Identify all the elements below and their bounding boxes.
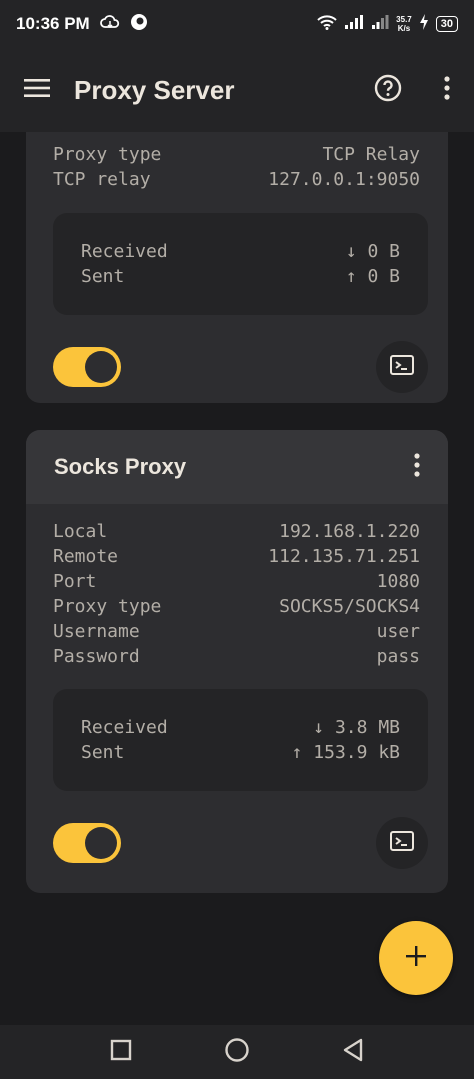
charging-icon bbox=[419, 13, 429, 35]
signal-icon-1 bbox=[344, 14, 364, 35]
proxy-list[interactable]: Proxy type TCP Relay TCP relay 127.0.0.1… bbox=[0, 132, 474, 1025]
info-row: Remote 112.135.71.251 bbox=[53, 546, 420, 567]
received-row: Received ↓ 0 B bbox=[81, 241, 400, 262]
status-time: 10:36 PM bbox=[16, 14, 90, 33]
proxy-card: Socks Proxy Local 192.168.1.220 Remote 1… bbox=[26, 430, 448, 893]
network-speed: 35.7 K/s bbox=[396, 15, 412, 33]
received-row: Received ↓ 3.8 MB bbox=[81, 717, 400, 738]
traffic-stats: Received ↓ 3.8 MB Sent ↑ 153.9 kB bbox=[53, 689, 428, 791]
info-row: TCP relay 127.0.0.1:9050 bbox=[53, 169, 420, 190]
app-bar: Proxy Server bbox=[0, 48, 474, 132]
menu-icon[interactable] bbox=[24, 78, 50, 103]
proxy-card: Proxy type TCP Relay TCP relay 127.0.0.1… bbox=[26, 132, 448, 403]
info-row: Local 192.168.1.220 bbox=[53, 521, 420, 542]
sent-row: Sent ↑ 0 B bbox=[81, 266, 400, 287]
proxy-name: Socks Proxy bbox=[54, 454, 187, 479]
add-icon bbox=[405, 945, 427, 972]
sent-row: Sent ↑ 153.9 kB bbox=[81, 742, 400, 763]
info-row: Username user bbox=[53, 621, 420, 642]
add-proxy-button[interactable] bbox=[379, 921, 453, 995]
signal-icon-2 bbox=[371, 14, 389, 35]
info-row: Proxy type SOCKS5/SOCKS4 bbox=[53, 596, 420, 617]
help-icon[interactable] bbox=[374, 74, 402, 107]
more-vert-icon[interactable] bbox=[444, 75, 450, 105]
wifi-icon bbox=[317, 14, 337, 35]
terminal-icon bbox=[390, 354, 414, 380]
back-icon[interactable] bbox=[342, 1038, 364, 1067]
terminal-icon bbox=[390, 830, 414, 856]
enable-toggle[interactable] bbox=[53, 823, 121, 863]
battery-indicator: 30 bbox=[435, 16, 458, 32]
page-title: Proxy Server bbox=[74, 74, 235, 105]
info-row: Proxy type TCP Relay bbox=[53, 144, 420, 165]
traffic-stats: Received ↓ 0 B Sent ↑ 0 B bbox=[53, 213, 428, 315]
system-nav-bar bbox=[0, 1025, 474, 1079]
cloud-icon bbox=[99, 14, 120, 35]
recents-icon[interactable] bbox=[110, 1039, 132, 1066]
terminal-button[interactable] bbox=[376, 817, 428, 869]
home-icon[interactable] bbox=[224, 1037, 250, 1068]
info-row: Port 1080 bbox=[53, 571, 420, 592]
info-row: Password pass bbox=[53, 646, 420, 667]
more-vert-icon[interactable] bbox=[414, 452, 420, 482]
app-notification-icon bbox=[130, 13, 148, 36]
status-bar: 10:36 PM 35.7 K/s 30 bbox=[0, 0, 474, 48]
card-header: Socks Proxy bbox=[26, 430, 448, 504]
terminal-button[interactable] bbox=[376, 341, 428, 393]
enable-toggle[interactable] bbox=[53, 347, 121, 387]
